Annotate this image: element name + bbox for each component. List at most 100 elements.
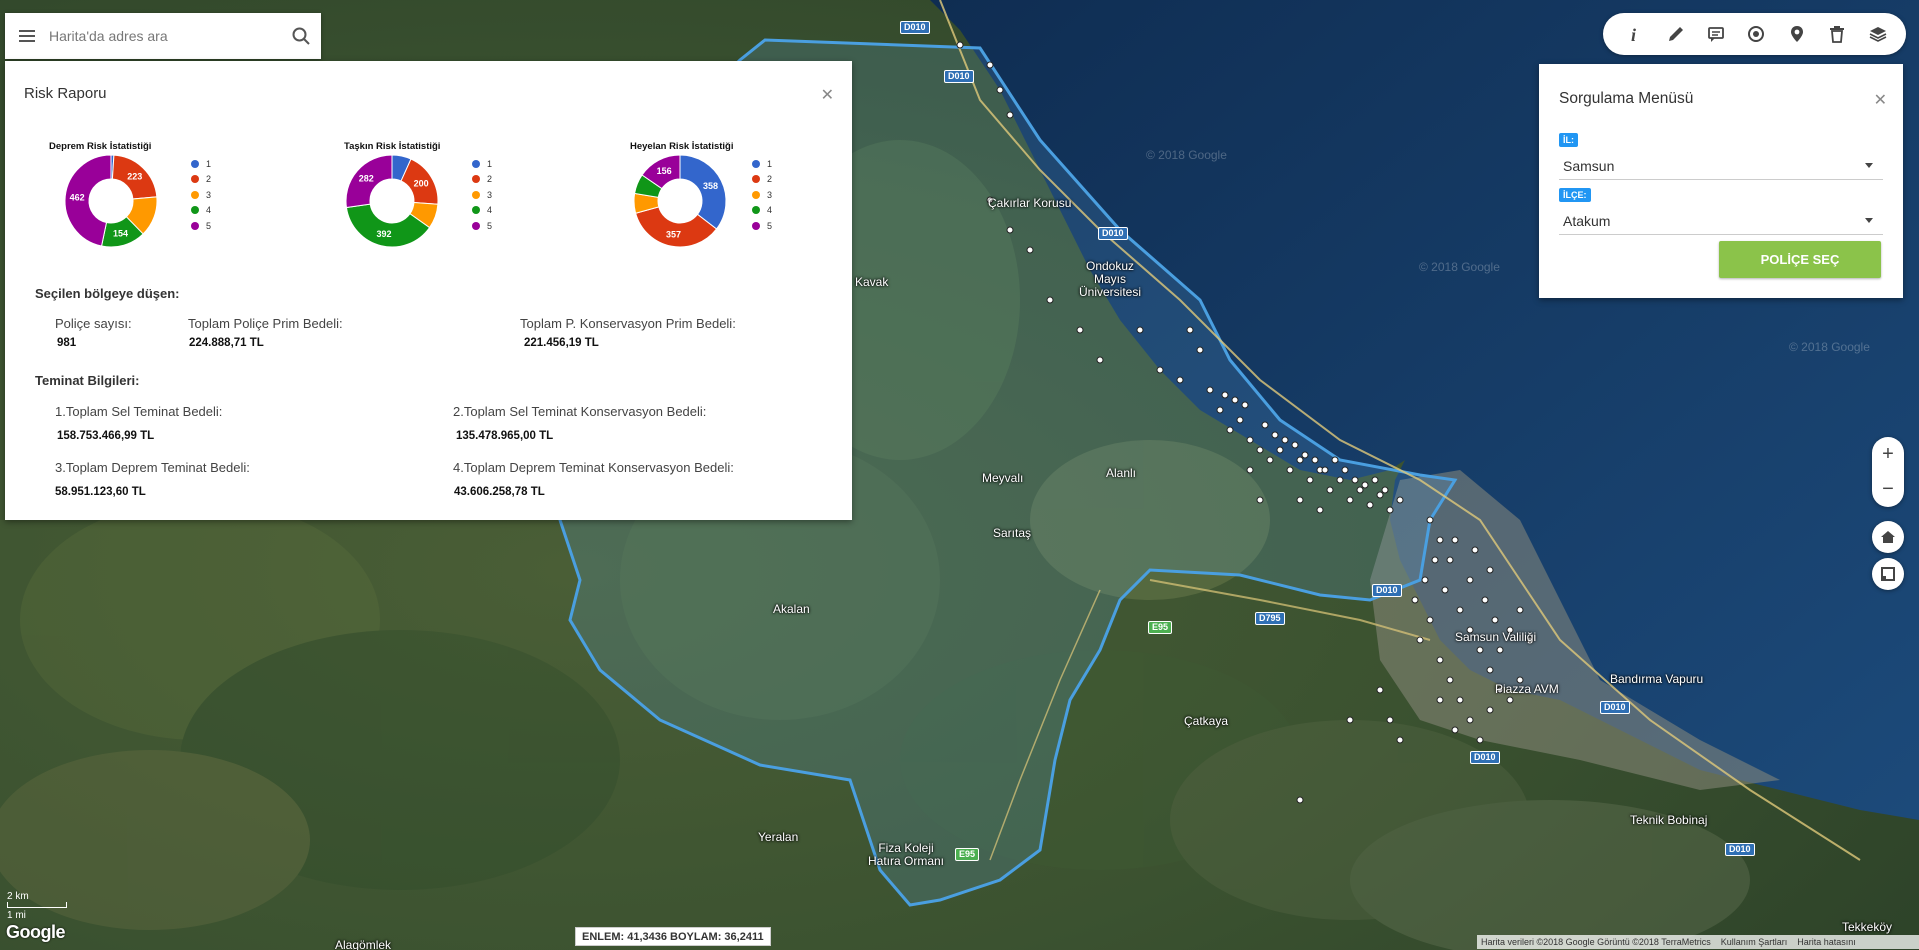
place-label: Akalan <box>773 602 810 616</box>
delete-button[interactable] <box>1820 17 1854 51</box>
terms-link[interactable]: Kullanım Şartları <box>1721 937 1788 947</box>
marker-button[interactable] <box>1780 17 1814 51</box>
district-select[interactable]: Atakum <box>1559 207 1883 235</box>
map-attribution: Harita verileri ©2018 Google Görüntü ©20… <box>1477 935 1919 949</box>
zoom-control: + − <box>1872 437 1904 507</box>
google-logo: Google <box>6 922 66 942</box>
place-label: Samsun Valiliği <box>1455 630 1537 644</box>
legend-item: 4 <box>752 203 772 219</box>
slice-label: 223 <box>127 172 142 182</box>
comment-icon <box>1708 27 1724 42</box>
legend-item: 1 <box>472 156 492 172</box>
road-shield: E95 <box>955 848 980 861</box>
place-label: Ondokuz Mayıs Üniversitesi <box>1078 259 1141 299</box>
fullscreen-button[interactable] <box>1872 558 1904 590</box>
coverage-value: 135.478.965,00 TL <box>456 430 554 442</box>
search-button[interactable] <box>281 13 321 59</box>
legend-label: 4 <box>767 205 773 216</box>
policy-count-label: Poliçe sayısı: <box>55 316 132 331</box>
chart-legend: 1 2 3 4 5 <box>191 156 211 234</box>
slice-label: 358 <box>703 181 718 191</box>
total-conservation-value: 221.456,19 TL <box>524 337 599 349</box>
legend-dot <box>752 206 760 215</box>
road-shield: E95 <box>1148 621 1173 634</box>
place-label: Teknik Bobinaj <box>1630 813 1708 827</box>
road-shield: D010 <box>900 21 930 34</box>
flood-risk-chart: Taşkın Risk İstatistiği 200 392 282 1 2 3 … <box>340 141 580 271</box>
slice-label: 357 <box>666 229 681 239</box>
coverage-value: 43.606.258,78 TL <box>454 486 545 498</box>
info-button[interactable]: i <box>1618 17 1652 51</box>
legend-dot <box>752 190 760 199</box>
home-button[interactable] <box>1872 521 1904 553</box>
scale-line <box>7 902 67 908</box>
road-shield: D010 <box>1098 227 1128 240</box>
legend-label: 5 <box>206 220 212 231</box>
draw-button[interactable] <box>1659 17 1693 51</box>
place-label: Bandırma Vapuru <box>1610 672 1704 686</box>
legend-dot <box>191 159 199 168</box>
target-button[interactable] <box>1739 17 1773 51</box>
place-label: Alanlı <box>1106 466 1137 480</box>
search-icon <box>292 27 310 45</box>
legend-label: 1 <box>767 158 773 169</box>
place-label: Çakırlar Korusu <box>988 196 1072 210</box>
address-search-input[interactable] <box>49 28 281 44</box>
menu-button[interactable] <box>5 13 49 59</box>
legend-label: 5 <box>767 220 773 231</box>
report-error-link[interactable]: Harita hatasını <box>1797 937 1856 947</box>
zoom-in-button[interactable]: + <box>1872 437 1904 472</box>
legend-dot <box>752 175 760 184</box>
donut-slice[interactable] <box>679 154 727 230</box>
scale-mi: 1 mi <box>7 910 26 921</box>
legend-item: 3 <box>472 187 492 203</box>
close-button[interactable]: ✕ <box>1874 90 1887 110</box>
info-icon: i <box>1631 25 1636 43</box>
legend-label: 4 <box>487 205 493 216</box>
legend-label: 5 <box>487 220 493 231</box>
home-icon <box>1881 531 1895 543</box>
map-pin-icon <box>1790 26 1803 42</box>
province-select[interactable]: Samsun <box>1559 152 1883 180</box>
chart-legend: 1 2 3 4 5 <box>752 156 772 234</box>
select-policy-button[interactable]: POLİÇE SEÇ <box>1719 241 1881 278</box>
total-premium-value: 224.888,71 TL <box>189 337 264 349</box>
road-shield: D010 <box>1600 701 1630 714</box>
zoom-out-button[interactable]: − <box>1872 472 1904 507</box>
legend-dot <box>752 159 760 168</box>
map-frame-icon <box>1881 567 1895 581</box>
place-label: Sarıtaş <box>993 526 1032 540</box>
svg-text:i: i <box>1631 25 1636 43</box>
coverage-label: 4.Toplam Deprem Teminat Konservasyon Bed… <box>453 460 734 475</box>
landslide-risk-chart: Heyelan Risk İstatistiği 358 357 156 1 2 3… <box>630 141 870 271</box>
chevron-down-icon <box>1865 163 1873 168</box>
legend-dot <box>191 206 199 215</box>
earthquake-risk-chart: Deprem Risk İstatistiği 223 154 462 1 2 3 … <box>45 141 285 271</box>
place-label: Fiza Koleji Hatıra Ormanı <box>867 841 945 868</box>
legend-item: 3 <box>752 187 772 203</box>
close-button[interactable]: ✕ <box>821 85 834 105</box>
legend-item: 3 <box>191 187 211 203</box>
layers-button[interactable] <box>1861 17 1895 51</box>
total-conservation-label: Toplam P. Konservasyon Prim Bedeli: <box>520 316 736 331</box>
legend-dot <box>472 175 480 184</box>
donut-chart: 358 357 156 <box>633 154 727 248</box>
legend-item: 4 <box>472 203 492 219</box>
road-shield: D795 <box>1255 612 1285 625</box>
total-premium-label: Toplam Poliçe Prim Bedeli: <box>188 316 343 331</box>
legend-label: 3 <box>206 189 212 200</box>
legend-item: 1 <box>752 156 772 172</box>
selected-region-heading: Seçilen bölgeye düşen: <box>35 286 180 301</box>
coverage-heading: Teminat Bilgileri: <box>35 373 140 388</box>
legend-dot <box>472 221 480 230</box>
comment-button[interactable] <box>1699 17 1733 51</box>
risk-report-panel: Risk Raporu ✕ Deprem Risk İstatistiği 22… <box>5 61 852 520</box>
road-shield: D010 <box>944 70 974 83</box>
legend-dot <box>191 175 199 184</box>
trash-icon <box>1830 26 1845 43</box>
legend-label: 1 <box>487 158 493 169</box>
legend-dot <box>191 221 199 230</box>
legend-item: 5 <box>191 218 211 234</box>
chart-legend: 1 2 3 4 5 <box>472 156 492 234</box>
chevron-down-icon <box>1865 218 1873 223</box>
